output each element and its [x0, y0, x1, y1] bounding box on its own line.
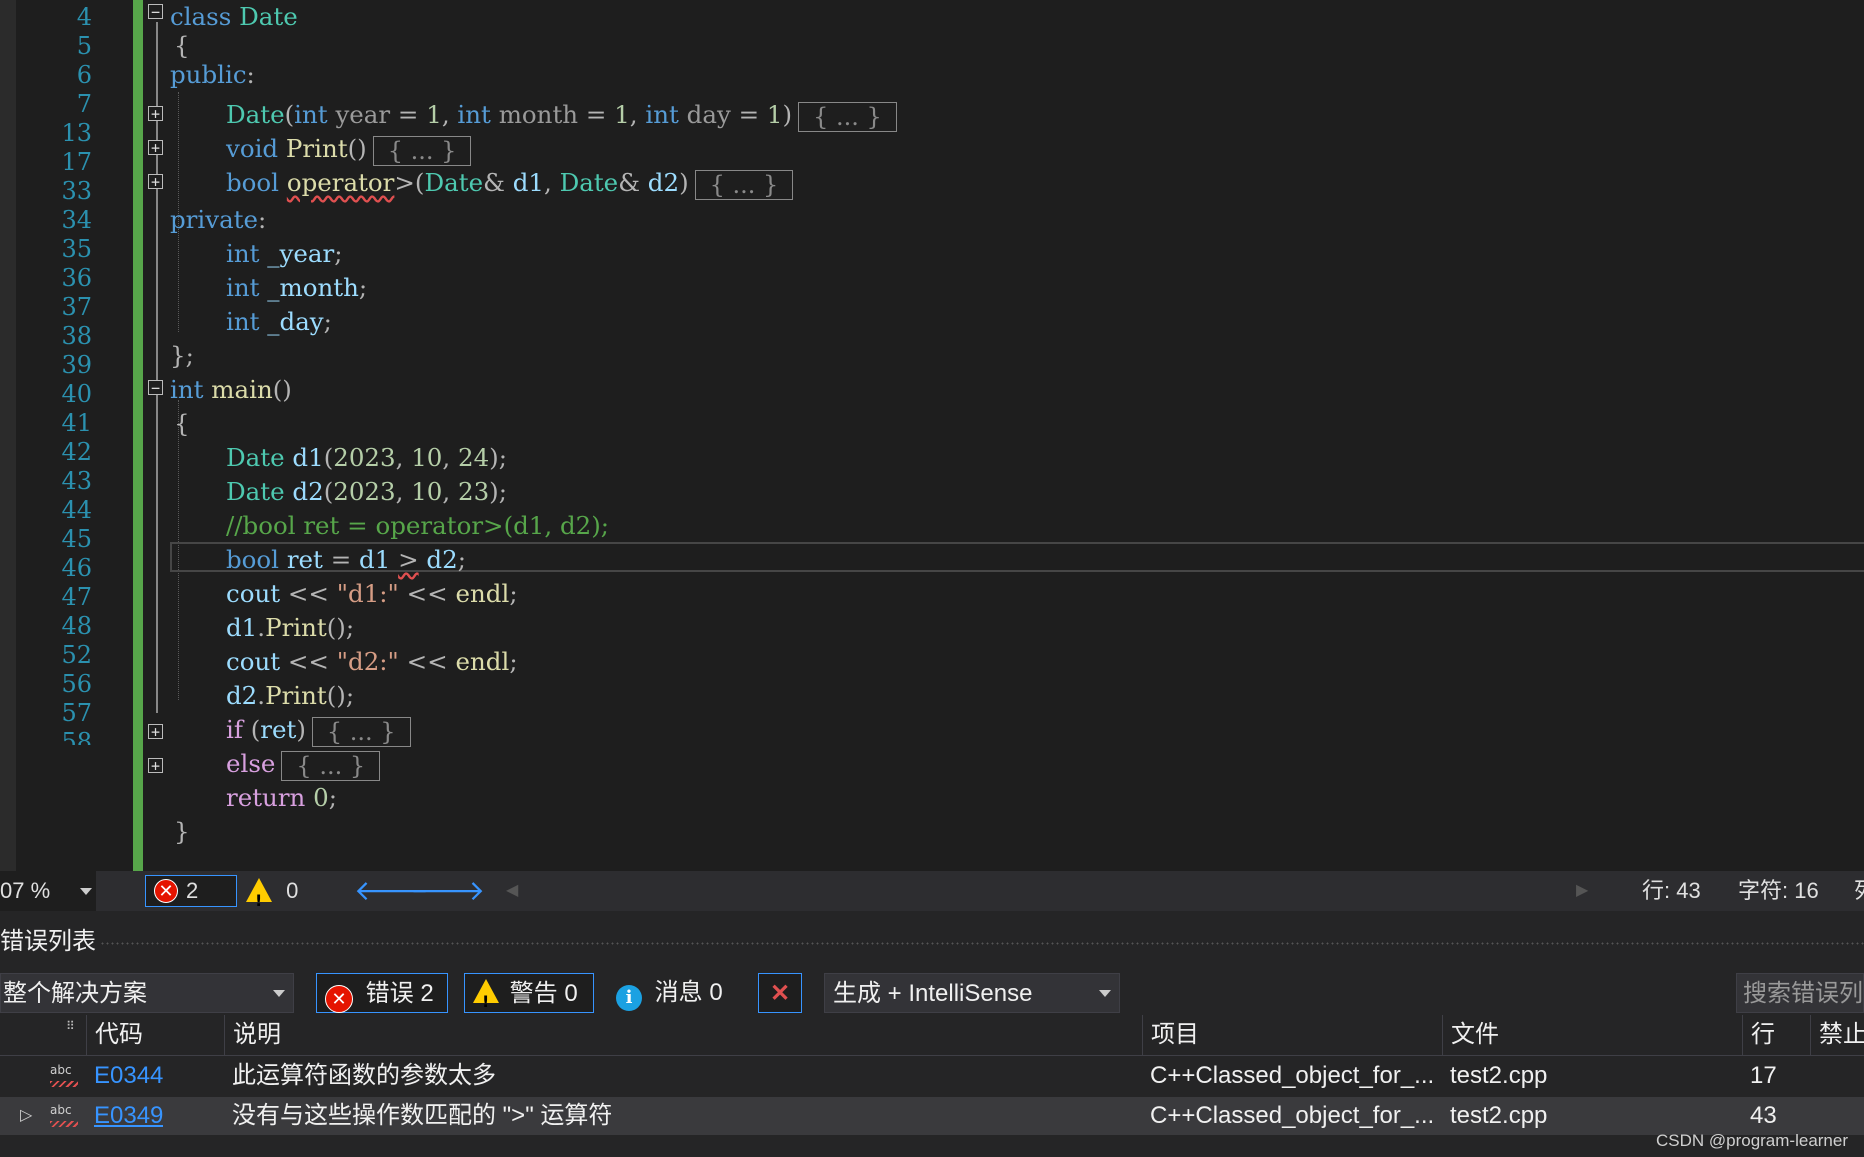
column-project[interactable]: 项目: [1142, 1015, 1442, 1055]
code-editor[interactable]: 4 5 6 7 13 17 33 34 35 36 37 38 39 40 41…: [0, 0, 1864, 871]
panel-grip[interactable]: [100, 941, 1864, 947]
error-icon: ✕: [154, 879, 178, 903]
code-line: void Print(){ ... }: [226, 132, 472, 166]
collapsed-block[interactable]: { ... }: [311, 716, 411, 747]
code-line: return 0;: [226, 783, 337, 812]
watermark: CSDN @program-learner: [1655, 1131, 1848, 1150]
warnings-filter-label: 警告 0: [509, 980, 578, 1007]
scope-value: 整个解决方案: [3, 980, 147, 1007]
code-line: bool operator>(Date& d1, Date& d2){ ... …: [226, 166, 794, 200]
table-row[interactable]: ▷ abc E0349 没有与这些操作数匹配的 ">" 运算符 C++Class…: [0, 1097, 1864, 1135]
zoom-value: 07 %: [0, 878, 51, 903]
info-icon: i: [616, 985, 642, 1011]
code-line: int main(): [170, 375, 292, 404]
error-code-link[interactable]: E0344: [94, 1057, 163, 1095]
messages-filter-label: 消息 0: [654, 979, 723, 1006]
code-line: int _day;: [226, 307, 332, 336]
warning-icon: !: [473, 979, 499, 1011]
line-number: 58: [61, 728, 92, 745]
code-line: Date d1(2023, 10, 24);: [226, 443, 507, 472]
collapsed-block[interactable]: { ... }: [281, 750, 381, 781]
code-line: else{ ... }: [226, 747, 381, 781]
collapsed-block[interactable]: { ... }: [798, 101, 897, 132]
char-indicator: 字符: 16: [1738, 878, 1819, 903]
error-code-link[interactable]: E0349: [94, 1097, 163, 1135]
column-code[interactable]: 代码: [86, 1015, 224, 1055]
scope-dropdown[interactable]: 整个解决方案: [0, 973, 294, 1013]
search-error-list-input[interactable]: 搜索错误列: [1736, 973, 1864, 1013]
collapsed-block[interactable]: { ... }: [372, 135, 472, 166]
code-line: int _year;: [226, 239, 343, 268]
squiggle-decoration: [50, 1121, 78, 1127]
error-description: 此运算符函数的参数太多: [232, 1062, 496, 1089]
messages-filter-button[interactable]: i 消息 0: [616, 973, 736, 1013]
code-line: Date d2(2023, 10, 23);: [226, 477, 507, 506]
column-description[interactable]: 说明: [224, 1015, 1142, 1055]
editor-margin: [0, 0, 16, 871]
error-icon: ✕: [325, 985, 353, 1013]
arrow-right-icon[interactable]: 🡒: [410, 871, 485, 911]
code-line: if (ret){ ... }: [226, 713, 411, 747]
errors-filter-button[interactable]: ✕ 错误 2: [316, 973, 448, 1013]
code-line: cout << "d1:" << endl;: [226, 579, 518, 608]
intellisense-error-icon: abc: [50, 1063, 72, 1077]
expand-row-icon[interactable]: ▷: [20, 1097, 32, 1135]
error-table-header: ⠿ 代码 说明 项目 文件 行 禁止: [0, 1015, 1864, 1056]
filter-icon[interactable]: ✕: [758, 973, 802, 1013]
code-line: cout << "d2:" << endl;: [226, 647, 518, 676]
error-file: test2.cpp: [1450, 1102, 1548, 1129]
error-file: test2.cpp: [1450, 1062, 1548, 1089]
column-file[interactable]: 文件: [1442, 1015, 1742, 1055]
code-line: };: [170, 341, 194, 370]
chevron-down-icon: [80, 888, 92, 895]
scroll-left-icon[interactable]: ◀: [506, 871, 518, 911]
chevron-down-icon: [1099, 990, 1111, 997]
error-list-panel: 错误列表 整个解决方案 ✕ 错误 2 ! 警告 0 i 消息 0 ✕ 生成 + …: [0, 911, 1864, 1157]
error-count: 2: [186, 878, 199, 903]
error-line: 43: [1750, 1102, 1777, 1129]
error-list-toolbar: 整个解决方案 ✕ 错误 2 ! 警告 0 i 消息 0 ✕ 生成 + Intel…: [0, 969, 1864, 1017]
code-line: //bool ret = operator>(d1, d2);: [226, 511, 610, 540]
code-line: private:: [170, 205, 267, 234]
error-project: C++Classed_object_for_...: [1150, 1062, 1435, 1089]
code-line: bool ret = d1 > d2;: [226, 545, 466, 574]
code-line: {: [174, 409, 190, 438]
collapsed-block[interactable]: { ... }: [694, 169, 794, 200]
error-line: 17: [1750, 1062, 1777, 1089]
squiggle-decoration: [50, 1081, 78, 1087]
panel-title: 错误列表: [0, 928, 96, 955]
search-placeholder: 搜索错误列: [1743, 980, 1863, 1007]
column-chooser-icon[interactable]: ⠿: [66, 1019, 75, 1033]
code-line: int _month;: [226, 273, 368, 302]
column-suppress[interactable]: 禁止: [1810, 1015, 1864, 1055]
error-description: 没有与这些操作数匹配的 ">" 运算符: [232, 1102, 613, 1129]
code-line: d1.Print();: [226, 613, 355, 642]
chevron-down-icon: [273, 990, 285, 997]
code-text[interactable]: class Date { public: Date(int year = 1, …: [150, 0, 1864, 871]
warnings-filter-button[interactable]: ! 警告 0: [464, 973, 594, 1013]
error-count-indicator[interactable]: ✕ 2: [145, 875, 237, 907]
build-filter-value: 生成 + IntelliSense: [833, 980, 1033, 1007]
intellisense-error-icon: abc: [50, 1103, 72, 1117]
warning-count: 0: [286, 878, 299, 903]
column-line[interactable]: 行: [1742, 1015, 1810, 1055]
build-filter-dropdown[interactable]: 生成 + IntelliSense: [824, 973, 1120, 1013]
warning-icon: !: [246, 878, 272, 910]
table-row[interactable]: abc E0344 此运算符函数的参数太多 C++Classed_object_…: [0, 1057, 1864, 1095]
change-tracking-bar: [133, 0, 143, 871]
code-line: Date(int year = 1, int month = 1, int da…: [226, 98, 897, 132]
errors-filter-label: 错误 2: [365, 980, 434, 1007]
code-line: d2.Print();: [226, 681, 355, 710]
scroll-right-icon[interactable]: ▶: [1576, 871, 1588, 911]
code-line: }: [174, 817, 190, 846]
error-project: C++Classed_object_for_...: [1150, 1102, 1435, 1129]
editor-status-bar: 07 % ✕ 2 ! 0 🡐 🡒 ◀ ▶ 行: 43 字符: 16 列: [0, 871, 1864, 911]
zoom-selector[interactable]: 07 %: [0, 871, 96, 911]
code-line: public:: [170, 60, 255, 89]
line-indicator: 行: 43: [1642, 878, 1701, 903]
column-indicator: 列: [1854, 871, 1864, 911]
line-numbers: 4 5 6 7 13 17 33 34 35 36 37 38 39 40 41…: [16, 0, 92, 871]
warning-count-indicator[interactable]: ! 0: [246, 871, 306, 911]
